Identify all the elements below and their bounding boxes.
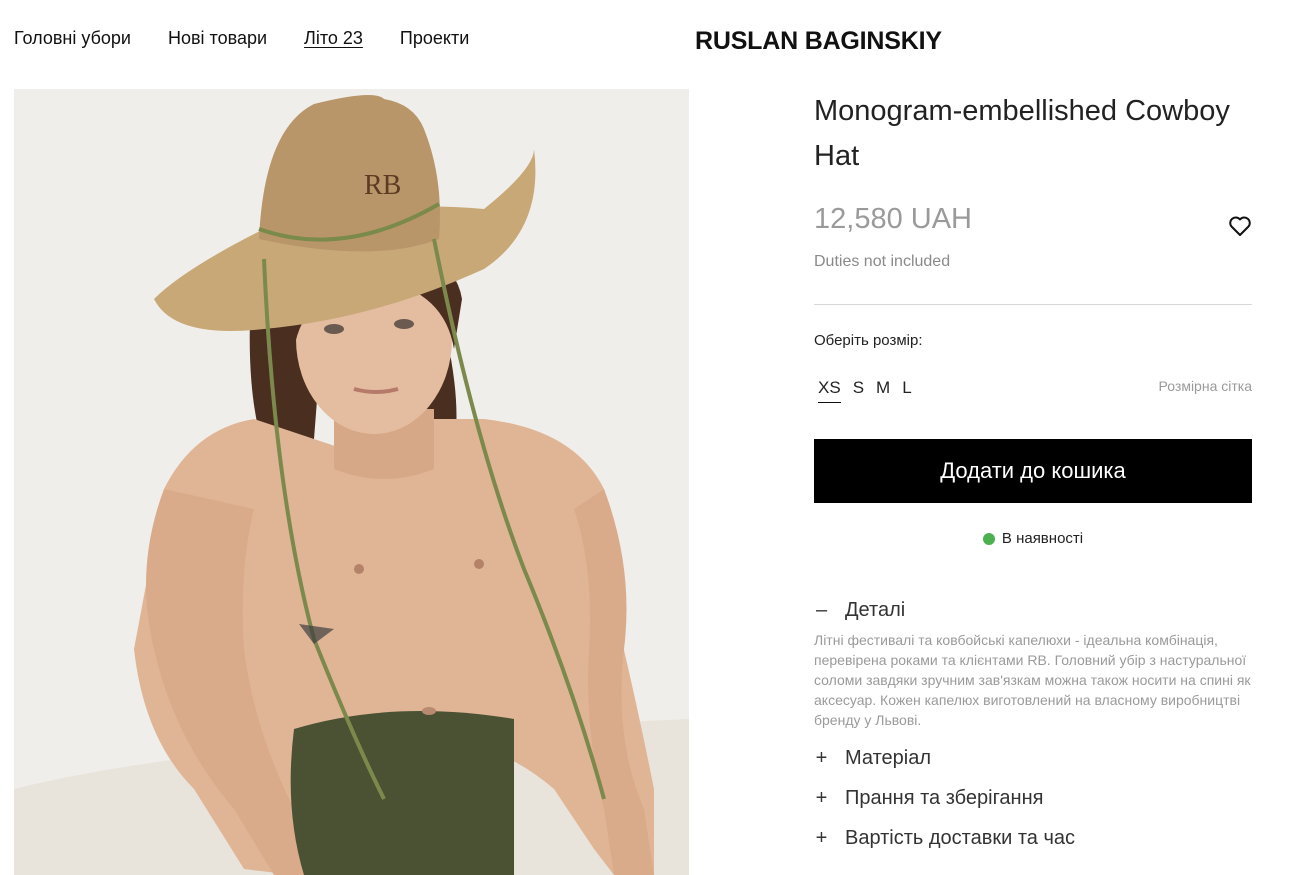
plus-icon: + (815, 746, 828, 769)
accordion-material-label: Матеріал (845, 746, 931, 769)
accordion-details: – Деталі Літні фестивалі та ковбойські к… (814, 598, 1252, 730)
accordion-delivery: + Вартість доставки та час (814, 826, 1252, 850)
minus-icon: – (815, 598, 828, 621)
accordion-material: + Матеріал (814, 746, 1252, 770)
accordion-material-toggle[interactable]: + Матеріал (814, 746, 1252, 770)
accordion-care-toggle[interactable]: + Прання та зберігання (814, 786, 1252, 810)
accordion-details-label: Деталі (845, 598, 906, 621)
svg-text:RB: RB (364, 170, 401, 201)
size-selector: XS S M L Розмірна сітка (814, 378, 1252, 408)
in-stock-dot-icon (982, 532, 995, 545)
accordion-details-text: Літні фестивалі та ковбойські капелюхи -… (814, 632, 1251, 728)
duties-note: Duties not included (814, 253, 951, 270)
product-title: Monogram-embellished Cowboy Hat (814, 95, 1230, 172)
divider (814, 304, 1252, 305)
plus-icon: + (815, 786, 828, 809)
size-option-s[interactable]: S (853, 378, 864, 403)
main-nav: Головні убори Нові товари Літо 23 Проект… (14, 28, 469, 49)
nav-item-headwear[interactable]: Головні убори (14, 28, 131, 49)
stock-status-label: В наявності (1001, 530, 1084, 547)
size-guide-link[interactable]: Розмірна сітка (1159, 378, 1252, 394)
product-photo: RB (14, 89, 689, 875)
stock-status: В наявності (814, 530, 1252, 547)
product-panel: Monogram-embellished Cowboy Hat 12,580 U… (814, 89, 1252, 850)
size-label: Оберіть розмір: (814, 332, 923, 349)
size-option-xs[interactable]: XS (818, 378, 841, 403)
size-option-l[interactable]: L (902, 378, 911, 403)
accordion-care: + Прання та зберігання (814, 786, 1252, 810)
accordion-details-toggle[interactable]: – Деталі (814, 598, 1252, 622)
plus-icon: + (815, 826, 828, 849)
add-to-cart-button[interactable]: Додати до кошика (814, 439, 1252, 503)
product-price: 12,580 UAH (814, 203, 972, 235)
accordion-delivery-label: Вартість доставки та час (845, 826, 1075, 849)
accordion-care-label: Прання та зберігання (845, 786, 1044, 809)
nav-item-summer-23[interactable]: Літо 23 (304, 28, 363, 49)
size-option-m[interactable]: M (876, 378, 890, 403)
nav-item-projects[interactable]: Проекти (400, 28, 469, 49)
accordion-delivery-toggle[interactable]: + Вартість доставки та час (814, 826, 1252, 850)
brand-logo[interactable]: RUSLAN BAGINSKIY (695, 27, 942, 56)
nav-item-new-arrivals[interactable]: Нові товари (168, 28, 267, 49)
heart-icon[interactable] (1228, 215, 1252, 237)
price-row: 12,580 UAH (814, 203, 1252, 243)
